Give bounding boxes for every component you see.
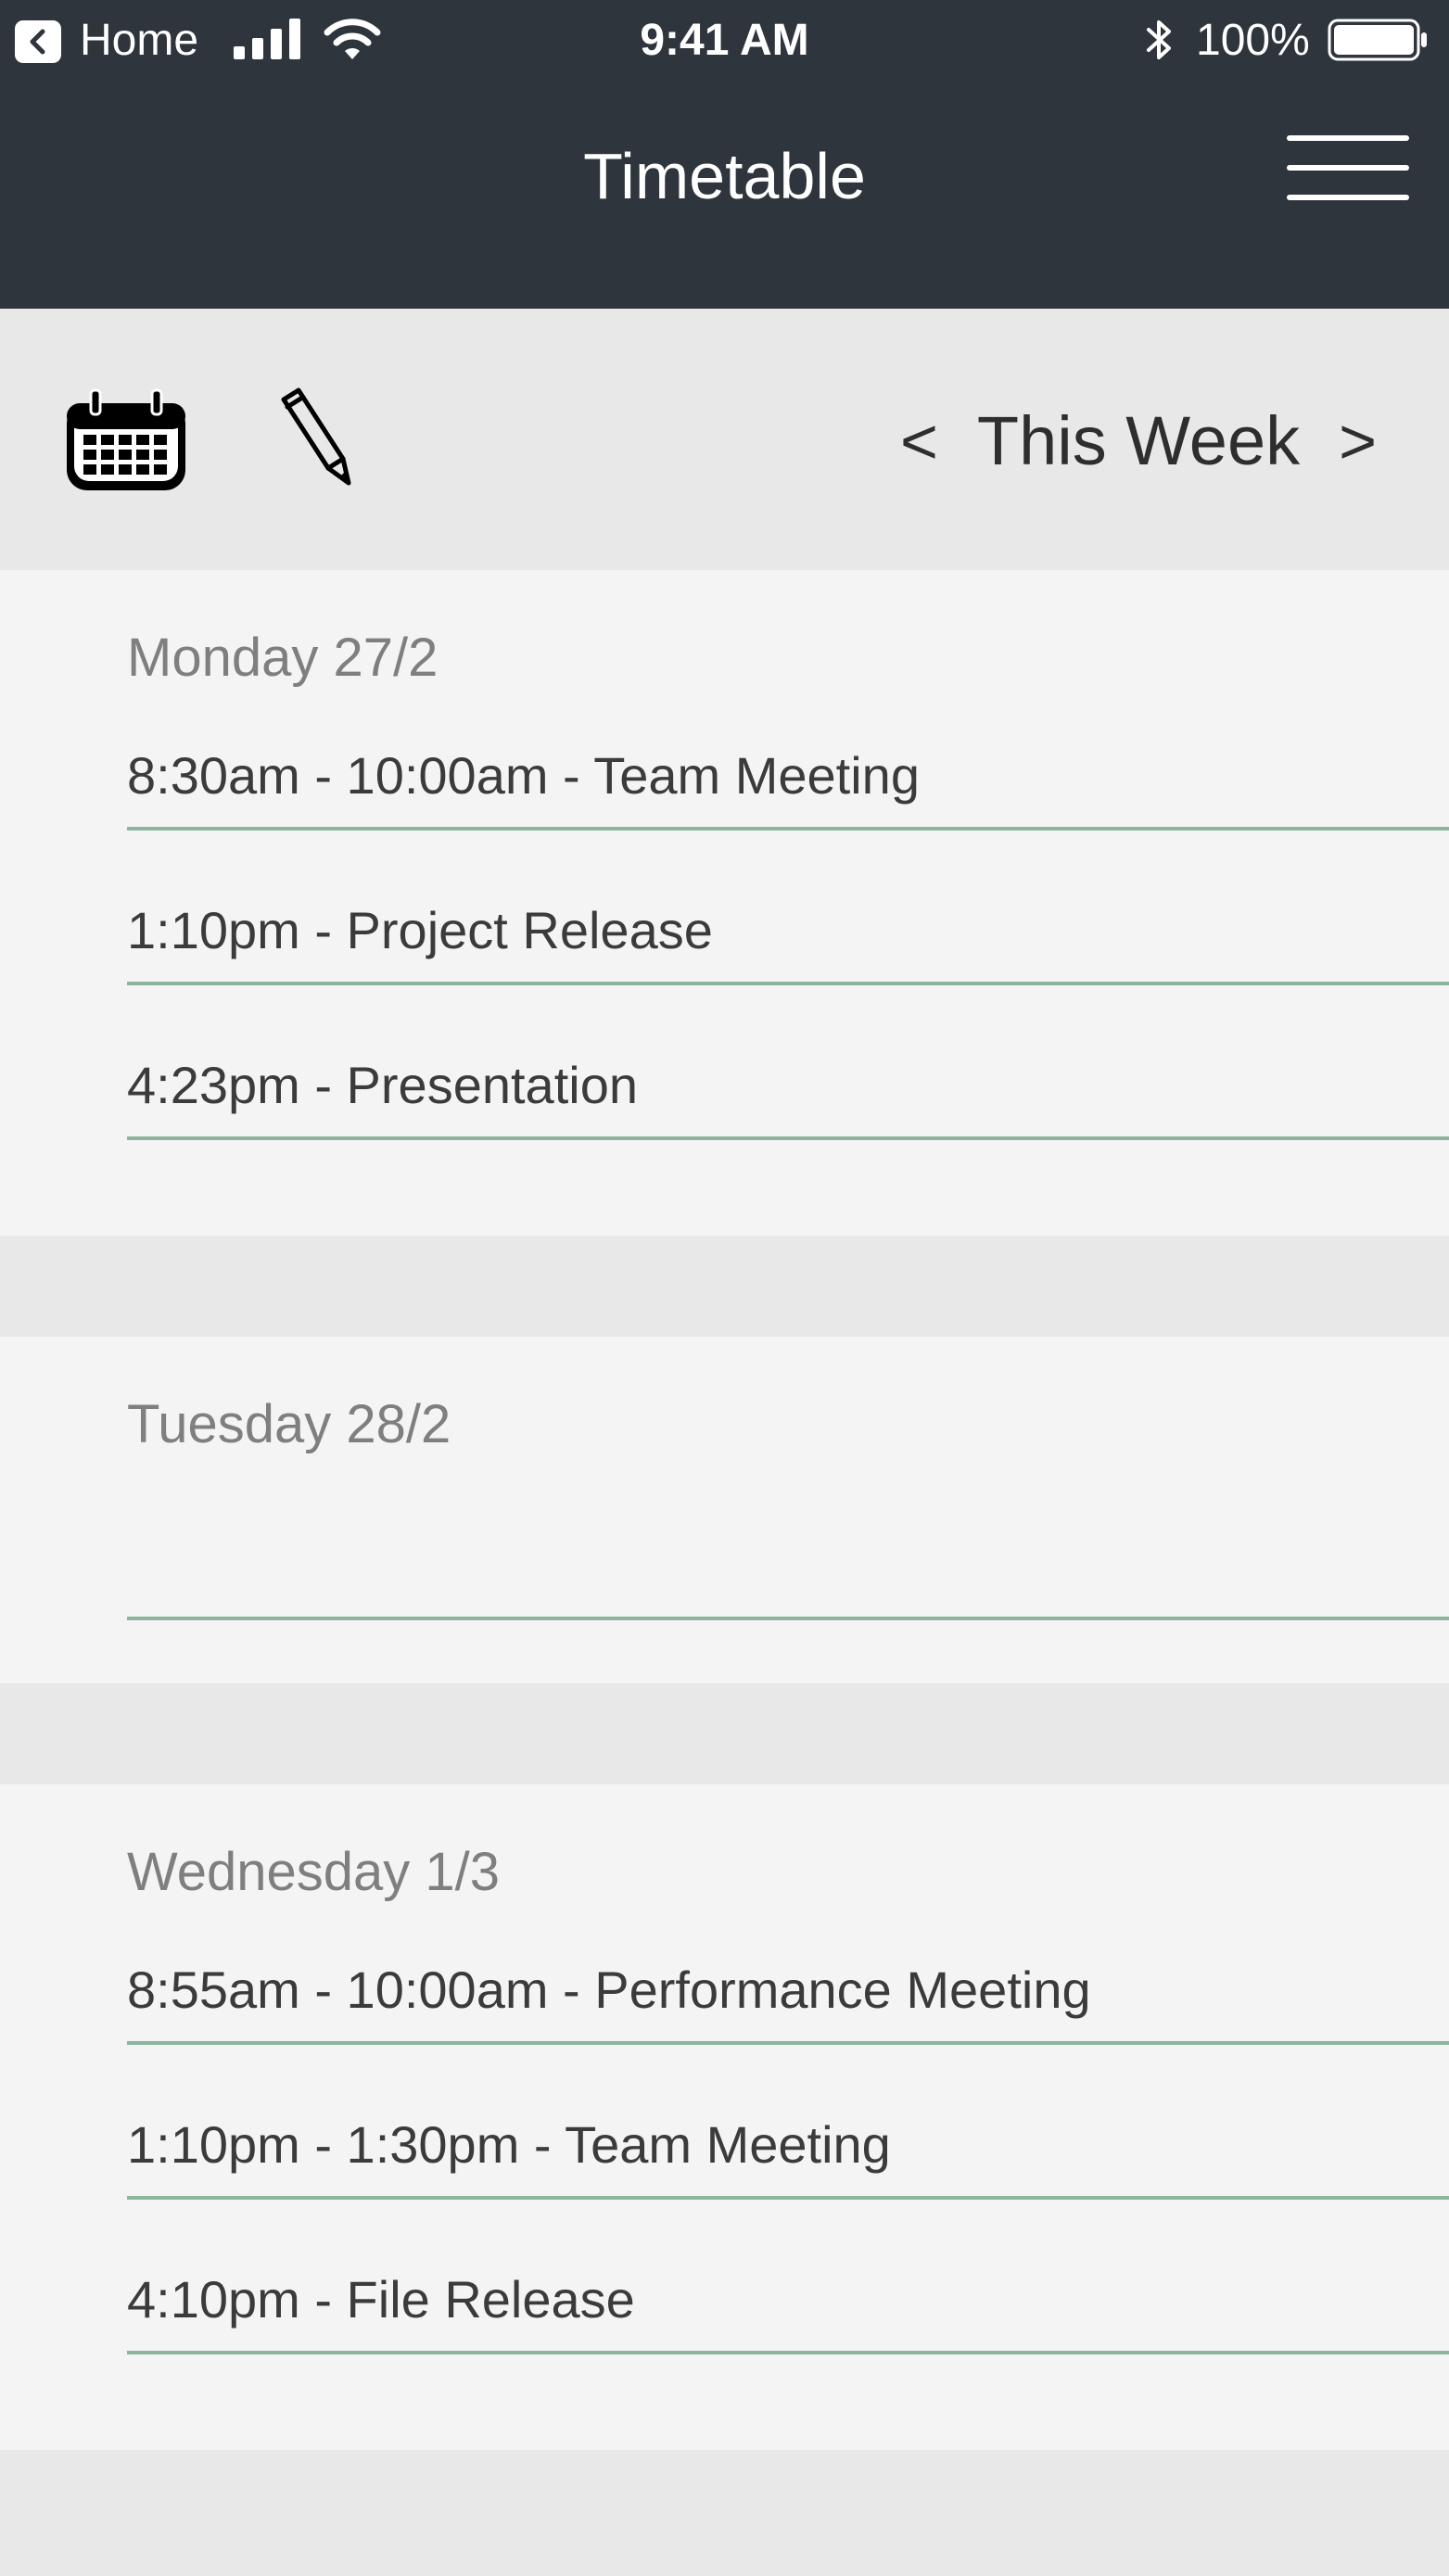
day-title: Monday 27/2 xyxy=(127,628,439,688)
event-item[interactable]: 8:30am - 10:00am - Team Meeting xyxy=(127,729,1449,831)
day-section-wednesday: Wednesday 1/3 8:55am - 10:00am - Perform… xyxy=(0,1784,1449,2450)
week-label: This Week xyxy=(976,402,1301,479)
event-text: 4:23pm - Presentation xyxy=(127,1056,638,1114)
next-week-button[interactable]: > xyxy=(1331,400,1384,483)
day-title: Tuesday 28/2 xyxy=(127,1394,451,1454)
day-section-monday: Monday 27/2 8:30am - 10:00am - Team Meet… xyxy=(0,570,1449,1236)
event-divider xyxy=(127,2041,1449,2045)
event-text: 1:10pm - Project Release xyxy=(127,901,713,959)
status-bar: Home 9:41 AM 100% xyxy=(0,0,1449,80)
event-text: 4:10pm - File Release xyxy=(127,2270,635,2329)
app-header: Home 9:41 AM 100% Timetable xyxy=(0,0,1449,309)
hamburger-menu-icon[interactable] xyxy=(1279,128,1409,209)
day-title: Wednesday 1/3 xyxy=(127,1842,500,1902)
calendar-icon[interactable] xyxy=(63,387,189,494)
pencil-icon[interactable] xyxy=(278,387,356,489)
day-section-tuesday: Tuesday 28/2 xyxy=(0,1337,1449,1683)
event-item[interactable]: 8:55am - 10:00am - Performance Meeting xyxy=(127,1943,1449,2045)
event-item[interactable]: 1:10pm - Project Release xyxy=(127,883,1449,985)
event-divider xyxy=(127,827,1449,831)
event-divider xyxy=(127,2351,1449,2354)
event-text: 1:10pm - 1:30pm - Team Meeting xyxy=(127,2115,891,2174)
previous-week-button[interactable]: < xyxy=(893,400,946,483)
event-text: 8:55am - 10:00am - Performance Meeting xyxy=(127,1961,1091,2019)
battery-icon xyxy=(1328,19,1427,61)
event-item[interactable]: 1:10pm - 1:30pm - Team Meeting xyxy=(127,2098,1449,2200)
bluetooth-icon xyxy=(1147,20,1171,59)
event-divider xyxy=(127,1136,1449,1140)
event-item[interactable]: 4:23pm - Presentation xyxy=(127,1038,1449,1140)
event-item[interactable]: 4:10pm - File Release xyxy=(127,2252,1449,2354)
empty-event-slot xyxy=(127,1518,1449,1620)
event-divider xyxy=(127,1617,1449,1620)
battery-percentage: 100% xyxy=(1196,16,1310,65)
event-divider xyxy=(127,982,1449,985)
toolbar: < This Week > xyxy=(0,309,1449,570)
event-divider xyxy=(127,2196,1449,2200)
event-text: 8:30am - 10:00am - Team Meeting xyxy=(127,746,920,805)
week-navigator: < This Week > xyxy=(893,400,1384,483)
page-title: Timetable xyxy=(583,140,866,212)
